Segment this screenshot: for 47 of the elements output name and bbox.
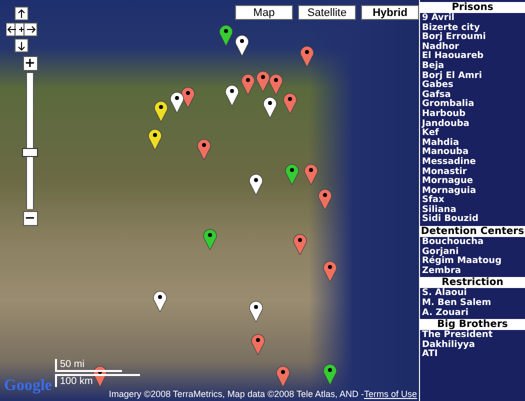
location-link[interactable]: Gabes [420,81,525,91]
map-type-button[interactable]: Map [235,5,293,20]
location-link[interactable]: The President [420,331,525,341]
location-link[interactable]: Bizerte city [420,24,525,34]
location-link[interactable]: Kef [420,129,525,139]
section-heading: Detention Centers [420,226,525,238]
location-link[interactable]: Grombalia [420,100,525,110]
location-link[interactable]: Nadhor [420,42,525,52]
location-link[interactable]: Monastir [420,168,525,178]
zoom-out-button[interactable]: − [22,211,38,226]
location-link[interactable]: Harboub [420,110,525,120]
location-link[interactable]: Régim Maatoug [420,257,525,267]
location-link[interactable]: Messadine [420,158,525,168]
location-link[interactable]: Bouchoucha [420,238,525,248]
location-link[interactable]: Beja [420,62,525,72]
location-link[interactable]: Borj Erroumi [420,33,525,43]
location-link[interactable]: Mahdia [420,138,525,148]
location-link[interactable]: Manouba [420,148,525,158]
location-link[interactable]: M. Ben Salem [420,299,525,309]
location-link[interactable]: Sfax [420,196,525,206]
location-link[interactable]: Gorjani [420,248,525,258]
location-link[interactable]: Sidi Bouzid [420,215,525,226]
location-link[interactable]: Jandouba [420,120,525,130]
map-logo: Google [4,377,52,395]
section-heading: Big Brothers [420,319,525,330]
location-link[interactable]: S. Alaoui [420,289,525,300]
scale-bar: 50 mi [55,359,122,372]
location-link[interactable]: 9 Avril [420,14,525,24]
location-link[interactable]: Mornaguia [420,186,525,196]
satellite-map[interactable]: Map Satellite Hybrid + − Google 50 mi 100 km Imagery ©2008 TerraMetrics, Map data ©2008 Tele Atlas, AND -Terms of Use [0,0,419,401]
location-link[interactable]: Gafsa [420,90,525,100]
location-link[interactable]: Mornague [420,177,525,187]
location-link[interactable]: Borj El Amri [420,72,525,82]
location-link[interactable]: Siliana [420,206,525,216]
zoom-in-button[interactable]: + [22,56,38,71]
section-heading: Restriction [420,277,525,288]
map-type-button[interactable]: Hybrid [361,5,419,20]
location-link[interactable]: ATI [420,350,525,360]
location-link[interactable]: A. Zouari [420,308,525,318]
map-type-button[interactable]: Satellite [298,5,356,20]
scale-bar: 100 km [55,374,140,387]
location-link[interactable]: El Haouareb [420,52,525,62]
location-link[interactable]: Zembra [420,266,525,276]
section-heading: Prisons [420,2,525,13]
map-attribution: Imagery ©2008 TerraMetrics, Map data ©2008 Tele Atlas, AND - [108,389,364,399]
location-link[interactable]: Dakhiliyya [420,340,525,350]
terms-link[interactable]: Terms of Use [364,389,417,399]
